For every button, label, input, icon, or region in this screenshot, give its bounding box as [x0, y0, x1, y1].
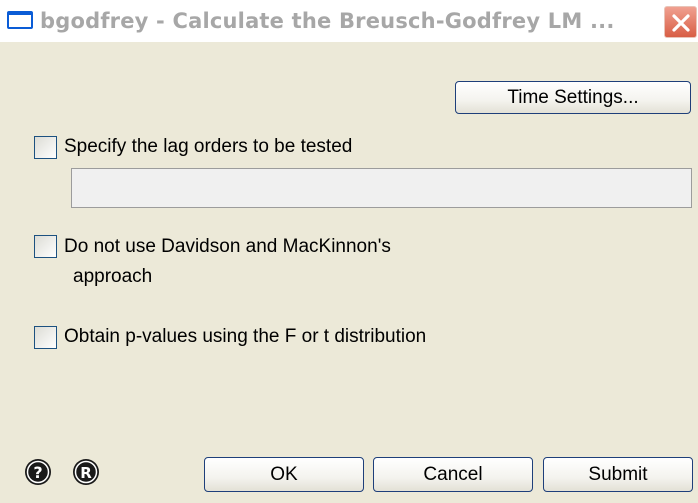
ok-label: OK — [270, 464, 298, 485]
time-settings-label: Time Settings... — [507, 87, 639, 108]
submit-button[interactable]: Submit — [543, 457, 693, 492]
help-icon[interactable]: ? — [24, 458, 52, 486]
davidson-mackinnon-label: Do not use Davidson and MacKinnon's — [64, 236, 391, 257]
window-title: bgodfrey - Calculate the Breusch-Godfrey… — [40, 9, 615, 33]
svg-text:R: R — [80, 464, 92, 482]
davidson-mackinnon-label-line2: approach — [73, 266, 153, 287]
title-bar: bgodfrey - Calculate the Breusch-Godfrey… — [0, 0, 698, 42]
close-icon — [672, 14, 690, 32]
cancel-label: Cancel — [423, 464, 483, 485]
lag-orders-checkbox[interactable] — [34, 136, 57, 159]
r-icon[interactable]: R — [72, 458, 100, 486]
window-icon — [7, 11, 33, 29]
submit-label: Submit — [588, 464, 648, 485]
close-button[interactable] — [664, 6, 697, 38]
time-settings-button[interactable]: Time Settings... — [455, 81, 691, 114]
davidson-mackinnon-checkbox[interactable] — [34, 235, 57, 258]
ok-button[interactable]: OK — [204, 457, 364, 492]
p-values-label: Obtain p-values using the F or t distrib… — [64, 326, 427, 347]
lag-orders-input[interactable] — [71, 168, 692, 208]
p-values-checkbox[interactable] — [34, 326, 57, 349]
cancel-button[interactable]: Cancel — [373, 457, 533, 492]
svg-text:?: ? — [33, 463, 42, 482]
lag-orders-label: Specify the lag orders to be tested — [64, 136, 353, 157]
